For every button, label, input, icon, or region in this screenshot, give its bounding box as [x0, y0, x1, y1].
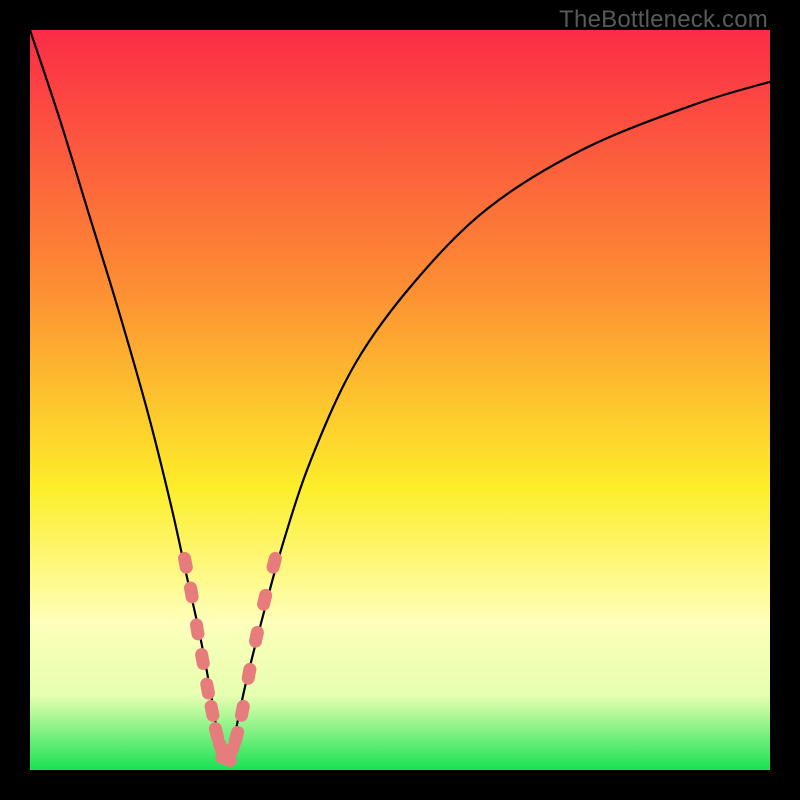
bottleneck-curve: [30, 30, 770, 770]
curve-marker: [183, 580, 200, 604]
curve-marker: [248, 625, 265, 649]
plot-area: [30, 30, 770, 770]
curve-marker: [256, 588, 274, 612]
curve-marker: [204, 699, 221, 723]
marker-group: [177, 551, 283, 769]
curve-marker: [241, 662, 258, 686]
curve-marker: [177, 551, 194, 575]
curve-marker: [194, 647, 211, 671]
curve-marker: [234, 699, 251, 723]
watermark-text: TheBottleneck.com: [559, 6, 768, 34]
curve-marker: [189, 617, 205, 641]
curve-marker: [199, 677, 216, 701]
chart-frame: TheBottleneck.com: [0, 0, 800, 800]
